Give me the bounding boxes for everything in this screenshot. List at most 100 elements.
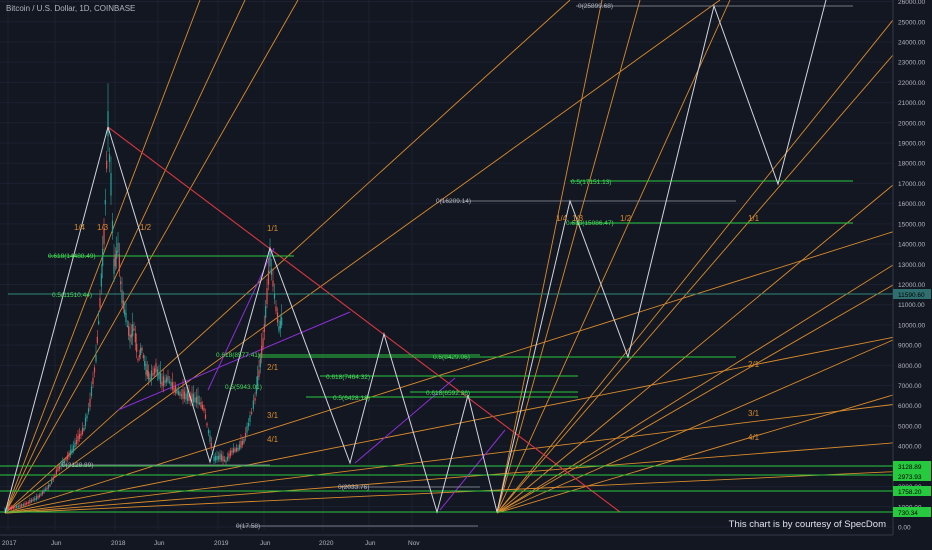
candle-body <box>92 377 94 385</box>
zero-label: 0(25899.68) <box>578 3 613 10</box>
candle-body <box>102 249 104 266</box>
candle-body <box>106 160 108 169</box>
fib-label: 0.618(14488.49) <box>48 253 96 260</box>
candle-body <box>98 320 100 325</box>
candle-body <box>54 475 56 477</box>
candle-body <box>107 111 109 137</box>
candle-body <box>254 397 256 401</box>
y-tick-label: 7000.00 <box>898 383 922 390</box>
fan-label: 1/4 <box>74 223 86 232</box>
fib-label: 0.5(17151.13) <box>571 179 611 186</box>
candle-body <box>46 487 48 490</box>
candle-body <box>204 414 207 419</box>
candle-body <box>125 312 127 323</box>
y-tick-label: 18000.00 <box>898 161 925 168</box>
candle-body <box>251 411 253 414</box>
price-tag: 3128.89 <box>898 464 922 471</box>
candle-body <box>179 392 181 396</box>
candle-body <box>34 498 36 501</box>
price-tag: 1758.20 <box>898 489 922 496</box>
candle-body <box>80 433 82 436</box>
candle-body <box>149 378 151 381</box>
candle-body <box>185 393 187 400</box>
candle-body <box>114 254 116 267</box>
candle-body <box>140 347 142 356</box>
candle-body <box>59 465 61 469</box>
candle-body <box>259 358 261 368</box>
candle-body <box>27 501 29 504</box>
candle-body <box>69 450 72 456</box>
candle-body <box>177 391 180 395</box>
zero-label: 0(2033.76) <box>338 484 369 491</box>
candle-body <box>266 288 268 304</box>
candle-body <box>153 368 156 374</box>
candle-body <box>126 325 128 328</box>
candle-body <box>65 458 67 461</box>
zero-label: 0(3128.89) <box>62 462 93 469</box>
x-tick-label: 2018 <box>111 540 126 547</box>
x-tick-label: Jun <box>365 540 376 547</box>
x-tick-label: 2019 <box>214 540 229 547</box>
candle-body <box>24 503 26 506</box>
price-chart[interactable]: 1/4 1/3 1/2 1/12/13/14/11/4 1/3 1/2 1/12/13/14… <box>0 0 932 550</box>
fan-label: 2/1 <box>267 363 279 372</box>
candle-body <box>129 334 131 342</box>
fib-label: 0.5(8429.06) <box>433 354 470 361</box>
y-tick-label: 13000.00 <box>898 262 925 269</box>
candle-body <box>210 442 212 448</box>
candle-body <box>21 504 23 507</box>
candle-body <box>201 404 204 410</box>
candle-body <box>243 438 245 444</box>
candle-body <box>108 153 111 163</box>
fan-label: 1/3 <box>97 223 109 232</box>
y-tick-label: 9000.00 <box>898 343 922 350</box>
candle-body <box>223 459 226 462</box>
candle-body <box>168 381 171 383</box>
candle-body <box>238 444 241 450</box>
candle-body <box>43 489 45 493</box>
candle-body <box>118 254 120 271</box>
candle-body <box>213 456 215 462</box>
candle-body <box>22 504 24 506</box>
candle-body <box>155 363 157 373</box>
candle-body <box>198 402 201 405</box>
fib-label: 0.618(8577.41) <box>216 352 260 359</box>
y-tick-label: 21000.00 <box>898 100 925 107</box>
zero-label: 0(16209.14) <box>436 198 471 205</box>
fib-label: 0.618(7464.32) <box>326 374 370 381</box>
candle-body <box>220 454 223 461</box>
candle-body <box>240 440 242 448</box>
y-tick-label: 10000.00 <box>898 322 925 329</box>
candle-body <box>272 280 274 287</box>
candle-body <box>7 507 9 510</box>
candle-body <box>165 377 168 383</box>
candle-body <box>142 355 144 359</box>
candle-body <box>171 381 174 390</box>
candle-body <box>262 338 264 348</box>
candle-body <box>32 499 34 502</box>
y-tick-label: 0.00 <box>898 525 911 532</box>
candle-body <box>90 386 93 397</box>
price-tag: 2973.93 <box>898 474 922 481</box>
candle-body <box>93 367 96 373</box>
candle-body <box>133 328 135 331</box>
candle-body <box>100 273 102 287</box>
y-tick-label: 24000.00 <box>898 39 925 46</box>
candle-body <box>159 373 162 384</box>
candle-body <box>162 376 165 387</box>
candle-body <box>117 242 119 253</box>
candle-body <box>176 389 178 394</box>
zero-label: 0(17.58) <box>236 523 260 530</box>
candle-body <box>229 450 232 456</box>
candle-body <box>138 354 140 358</box>
candle-body <box>38 494 41 498</box>
y-tick-label: 6000.00 <box>898 403 922 410</box>
candle-body <box>152 373 154 376</box>
candle-body <box>276 312 279 323</box>
candle-body <box>232 448 235 453</box>
candle-body <box>200 402 202 408</box>
candle-body <box>158 373 160 379</box>
y-tick-label: 20000.00 <box>898 120 925 127</box>
candle-body <box>161 381 163 387</box>
candle-body <box>222 456 224 462</box>
